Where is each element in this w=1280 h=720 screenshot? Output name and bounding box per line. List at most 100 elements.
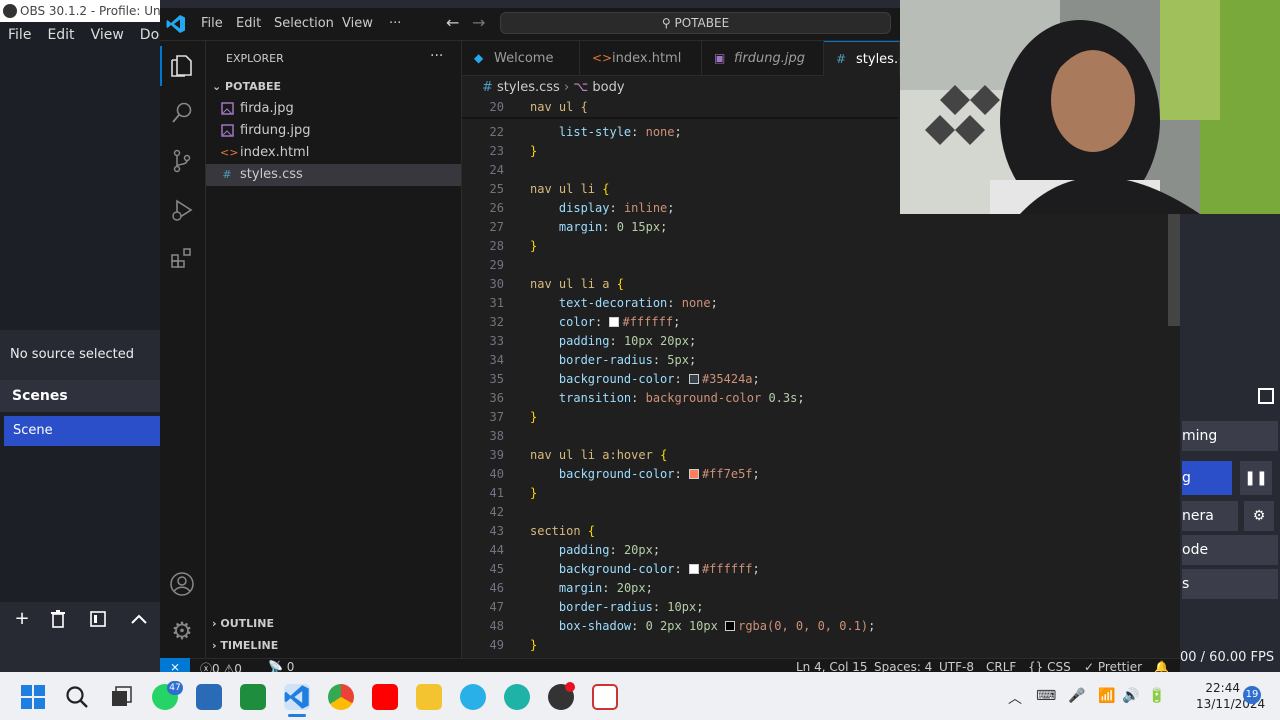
scene-item[interactable]: Scene	[4, 416, 160, 446]
battery-icon[interactable]: 🔋	[1148, 688, 1165, 704]
task-view-icon[interactable]	[108, 684, 134, 710]
file-item[interactable]: firdung.jpg	[206, 120, 461, 142]
dock-undock-icon[interactable]	[1258, 388, 1274, 404]
code-line[interactable]: nav ul li a {	[530, 277, 624, 291]
obs-menu-edit[interactable]: Edit	[47, 27, 74, 43]
code-line[interactable]: list-style: none;	[530, 125, 682, 139]
add-scene-icon[interactable]: +	[7, 606, 37, 632]
search-taskbar-icon[interactable]	[64, 684, 90, 710]
command-center-search[interactable]: ⚲ POTABEE	[500, 12, 891, 34]
active-app-indicator	[288, 714, 306, 717]
code-line[interactable]: border-radius: 10px;	[530, 600, 704, 614]
move-up-icon[interactable]	[124, 606, 154, 632]
source-control-icon[interactable]	[169, 148, 195, 174]
code-line[interactable]: nav ul li a:hover {	[530, 448, 667, 462]
tab-firdung-jpg[interactable]: ▣ firdung.jpg	[702, 41, 824, 76]
browser-app-icon[interactable]	[460, 684, 486, 710]
tab-index-html[interactable]: <> index.html	[580, 41, 702, 76]
line-number: 37	[489, 410, 504, 424]
virtual-camera-button[interactable]: nera	[1182, 501, 1238, 531]
webcam-overlay	[900, 0, 1280, 214]
pause-recording-icon[interactable]: ❚❚	[1240, 461, 1272, 495]
forward-arrow-icon[interactable]: →	[472, 13, 485, 32]
scenes-header: Scenes	[0, 380, 160, 412]
code-line[interactable]: padding: 10px 20px;	[530, 334, 696, 348]
code-line[interactable]: }	[530, 144, 537, 158]
run-debug-icon[interactable]	[169, 197, 195, 223]
start-icon[interactable]	[20, 684, 46, 710]
scene-filters-icon[interactable]	[83, 606, 113, 632]
file-explorer-icon[interactable]	[416, 684, 442, 710]
account-icon[interactable]	[169, 571, 195, 597]
explorer-icon[interactable]	[169, 53, 195, 79]
code-line[interactable]: background-color: #35424a;	[530, 372, 760, 386]
menu-file[interactable]: File	[201, 16, 223, 31]
code-line[interactable]: box-shadow: 0 2px 10px rgba(0, 0, 0, 0.1…	[530, 619, 875, 633]
obs-menu-dock[interactable]: Dock	[140, 27, 160, 43]
code-line[interactable]: display: inline;	[530, 201, 675, 215]
wifi-icon[interactable]: 📶	[1098, 688, 1115, 704]
code-line[interactable]: }	[530, 239, 537, 253]
code-line[interactable]: section {	[530, 524, 595, 538]
folder-root[interactable]: ⌄ POTABEE	[212, 80, 281, 93]
search-view-icon[interactable]	[169, 100, 195, 126]
code-line[interactable]: }	[530, 410, 537, 424]
notification-badge[interactable]: 19	[1243, 686, 1261, 704]
tab-label: firdung.jpg	[734, 51, 805, 66]
chrome-icon[interactable]	[328, 684, 354, 710]
manage-gear-icon[interactable]: ⚙	[169, 618, 195, 644]
virtual-camera-settings-icon[interactable]: ⚙	[1244, 501, 1274, 531]
recording-indicator	[565, 682, 575, 692]
obs-menu-view[interactable]: View	[91, 27, 124, 43]
youtube-icon[interactable]	[372, 684, 398, 710]
microphone-icon[interactable]: 🎤	[1068, 688, 1085, 704]
line-number: 40	[489, 467, 504, 481]
editor-scrollbar[interactable]	[1168, 214, 1180, 326]
line-number: 33	[489, 334, 504, 348]
show-hidden-icons[interactable]: ︿	[1008, 688, 1022, 708]
file-item-selected[interactable]: styles.css	[206, 164, 461, 186]
back-arrow-icon[interactable]: ←	[446, 13, 459, 32]
studio-mode-button[interactable]: ode	[1182, 535, 1278, 565]
code-line[interactable]: }	[530, 638, 537, 652]
code-line[interactable]: padding: 20px;	[530, 543, 660, 557]
menu-edit[interactable]: Edit	[236, 16, 261, 31]
keyboard-icon[interactable]: ⌨	[1036, 688, 1056, 704]
start-recording-button[interactable]: g	[1182, 461, 1232, 495]
photos-app-icon[interactable]	[196, 684, 222, 710]
outline-section[interactable]: › OUTLINE	[212, 617, 274, 630]
code-line[interactable]: text-decoration: none;	[530, 296, 718, 310]
code-line[interactable]: nav ul li {	[530, 182, 610, 196]
file-item[interactable]: index.html	[206, 142, 461, 164]
edge-icon[interactable]	[504, 684, 530, 710]
vscode-taskbar-icon[interactable]	[284, 684, 310, 710]
tab-styles-css[interactable]: # styles.css	[824, 41, 900, 76]
file-item[interactable]: firda.jpg	[206, 98, 461, 120]
extensions-icon[interactable]	[169, 245, 195, 271]
code-line[interactable]: background-color: #ffffff;	[530, 562, 760, 576]
timeline-section[interactable]: › TIMELINE	[212, 639, 278, 652]
code-line[interactable]: }	[530, 486, 537, 500]
menu-selection[interactable]: Selection	[274, 16, 334, 31]
menu-view[interactable]: View	[342, 16, 373, 31]
explorer-more-icon[interactable]: ···	[430, 48, 443, 64]
obs-menu-file[interactable]: File	[8, 27, 31, 43]
breadcrumb-symbol[interactable]: body	[592, 80, 624, 95]
code-line[interactable]: margin: 20px;	[530, 581, 653, 595]
remove-scene-icon[interactable]	[43, 606, 73, 632]
classroom-app-icon[interactable]	[240, 684, 266, 710]
code-line[interactable]: transition: background-color 0.3s;	[530, 391, 805, 405]
code-line[interactable]: margin: 0 15px;	[530, 220, 667, 234]
tab-welcome[interactable]: ◆ Welcome	[462, 41, 580, 76]
settings-button[interactable]: s	[1182, 569, 1278, 599]
sticky-scroll-line[interactable]: nav ul {	[530, 100, 588, 114]
code-line[interactable]: border-radius: 5px;	[530, 353, 696, 367]
volume-icon[interactable]: 🔊	[1122, 688, 1139, 704]
breadcrumb-file[interactable]: styles.css	[497, 80, 560, 95]
snipping-tool-icon[interactable]	[592, 684, 618, 710]
code-line[interactable]: background-color: #ff7e5f;	[530, 467, 760, 481]
clock[interactable]: 22:44 13/11/2024	[1196, 680, 1265, 712]
start-streaming-button[interactable]: ming	[1182, 421, 1278, 451]
code-line[interactable]: color: #ffffff;	[530, 315, 680, 329]
menu-more[interactable]: ···	[389, 16, 401, 31]
